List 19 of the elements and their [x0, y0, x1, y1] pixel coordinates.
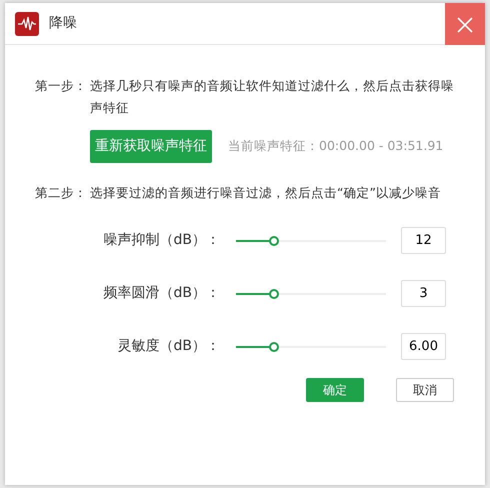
window-title: 降噪	[49, 14, 77, 33]
slider-thumb[interactable]	[268, 236, 278, 246]
slider-thumb[interactable]	[268, 288, 278, 298]
slider-label: 噪声抑制（dB）：	[102, 231, 220, 250]
close-button[interactable]	[445, 3, 485, 45]
value-field[interactable]: 3	[401, 280, 446, 307]
cancel-button[interactable]: 取消	[396, 378, 454, 402]
slider-label: 灵敏度（dB）：	[116, 337, 220, 356]
slider-label: 频率圆滑（dB）：	[102, 284, 220, 303]
value-field[interactable]: 12	[401, 227, 446, 254]
step-label: 第一步：	[35, 77, 88, 95]
value-field[interactable]: 6.00	[401, 333, 446, 360]
current-noise-profile: 当前噪声特征：00:00.00 - 03:51.91	[228, 137, 444, 156]
step-label: 第二步：	[35, 184, 88, 202]
close-icon	[457, 16, 473, 33]
slider-thumb[interactable]	[268, 342, 278, 352]
waveform-icon	[15, 12, 39, 36]
step-instruction: 选择几秒只有噪声的音频让软件知道过滤什么，然后点击获得噪声特征	[90, 77, 455, 117]
step-instruction: 选择要过滤的音频进行噪音过滤，然后点击“确定”以减少噪音	[90, 184, 441, 202]
